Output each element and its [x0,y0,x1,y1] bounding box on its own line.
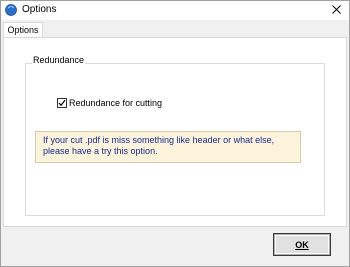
tab-strip: Options [1,20,349,39]
tab-panel-options: Redundance Redundance for cutting If you… [3,37,347,227]
groupbox-legend: Redundance [32,55,86,65]
info-line-1: If your cut .pdf is miss something like … [43,135,275,145]
globe-icon [5,4,17,16]
ok-button-label: OK [295,239,309,250]
options-dialog: Options Options Redundance Redundance fo… [0,0,350,267]
close-icon [331,5,341,16]
checkbox-label[interactable]: Redundance for cutting [69,98,162,108]
close-button[interactable] [323,1,349,20]
info-hint-box: If your cut .pdf is miss something like … [35,131,301,163]
redundance-checkbox[interactable] [57,98,67,108]
ok-button[interactable]: OK [274,234,330,255]
checkmark-icon [58,99,66,107]
info-line-2: please have a try this option. [43,146,158,156]
window-title: Options [22,4,57,15]
redundance-checkbox-row[interactable]: Redundance for cutting [57,98,162,108]
title-bar[interactable]: Options [1,1,349,20]
